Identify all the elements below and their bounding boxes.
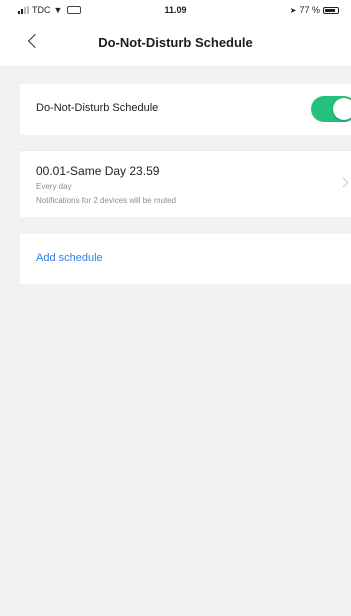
schedule-repeat: Every day bbox=[36, 182, 72, 191]
chevron-right-icon bbox=[338, 177, 349, 188]
location-icon: ➤ bbox=[289, 5, 297, 15]
toggle-knob bbox=[333, 98, 351, 120]
schedule-note: Notifications for 2 devices will be mute… bbox=[36, 196, 177, 205]
status-right: ➤ 77 % bbox=[290, 5, 339, 15]
battery-icon bbox=[323, 6, 339, 14]
navigation-bar: Do-Not-Disturb Schedule bbox=[0, 22, 351, 66]
schedule-time-range: 00.01-Same Day 23.59 bbox=[36, 164, 160, 178]
dnd-toggle-switch[interactable] bbox=[311, 96, 351, 122]
dnd-toggle-row: Do-Not-Disturb Schedule bbox=[20, 84, 351, 135]
add-schedule-button[interactable]: Add schedule bbox=[36, 252, 103, 264]
battery-percent: 77 % bbox=[299, 5, 320, 15]
schedule-item[interactable]: 00.01-Same Day 23.59 Every day Notificat… bbox=[20, 150, 351, 217]
page-title: Do-Not-Disturb Schedule bbox=[98, 35, 253, 50]
status-bar: TDC ▼ 11.09 ➤ 77 % bbox=[0, 0, 351, 22]
add-schedule-row: Add schedule bbox=[20, 234, 351, 284]
dnd-toggle-label: Do-Not-Disturb Schedule bbox=[36, 102, 159, 114]
